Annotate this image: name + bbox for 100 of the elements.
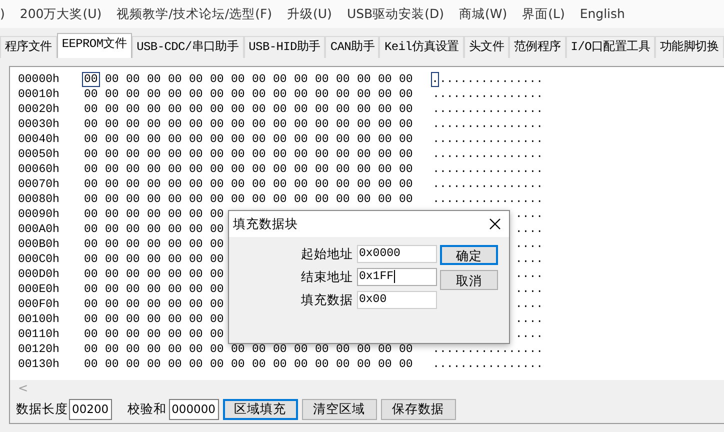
- hex-byte[interactable]: 00: [250, 357, 268, 372]
- hex-byte[interactable]: 00: [313, 102, 331, 117]
- menu-item[interactable]: 200万大奖(U): [20, 4, 102, 24]
- hex-byte[interactable]: 00: [229, 87, 247, 102]
- hex-byte[interactable]: 00: [166, 117, 184, 132]
- hex-byte[interactable]: 00: [187, 282, 205, 297]
- hex-byte[interactable]: 00: [82, 312, 100, 327]
- hex-byte[interactable]: 00: [376, 192, 394, 207]
- hex-byte[interactable]: 00: [334, 192, 352, 207]
- hex-byte[interactable]: 00: [208, 237, 226, 252]
- hex-byte[interactable]: 00: [82, 252, 100, 267]
- hex-byte[interactable]: 00: [82, 282, 100, 297]
- hex-byte[interactable]: 00: [208, 207, 226, 222]
- hex-byte[interactable]: 00: [355, 177, 373, 192]
- hex-byte[interactable]: 00: [145, 72, 163, 87]
- hex-byte[interactable]: 00: [208, 357, 226, 372]
- hex-byte[interactable]: 00: [166, 312, 184, 327]
- hex-byte[interactable]: 00: [166, 87, 184, 102]
- hex-byte[interactable]: 00: [397, 162, 415, 177]
- hex-byte[interactable]: 00: [355, 342, 373, 357]
- hex-byte[interactable]: 00: [397, 342, 415, 357]
- hex-byte[interactable]: 00: [166, 102, 184, 117]
- hex-byte[interactable]: 00: [82, 222, 100, 237]
- hex-byte[interactable]: 00: [103, 162, 121, 177]
- hex-byte[interactable]: 00: [271, 72, 289, 87]
- hex-byte[interactable]: 00: [145, 267, 163, 282]
- hex-byte[interactable]: 00: [208, 327, 226, 342]
- checksum-field[interactable]: 000000: [168, 398, 218, 420]
- hex-byte[interactable]: 00: [292, 147, 310, 162]
- hex-byte[interactable]: 00: [187, 357, 205, 372]
- menu-item[interactable]: 界面(L): [522, 4, 565, 24]
- hex-byte[interactable]: 00: [313, 132, 331, 147]
- hex-byte[interactable]: 00: [187, 102, 205, 117]
- hex-byte[interactable]: 00: [124, 192, 142, 207]
- hex-byte[interactable]: 00: [250, 87, 268, 102]
- tab[interactable]: USB-CDC/串口助手: [132, 36, 244, 58]
- hex-byte[interactable]: 00: [103, 102, 121, 117]
- hex-byte[interactable]: 00: [355, 357, 373, 372]
- hex-byte[interactable]: 00: [124, 327, 142, 342]
- hex-byte[interactable]: 00: [145, 147, 163, 162]
- hex-byte[interactable]: 00: [166, 327, 184, 342]
- hex-byte[interactable]: 00: [187, 117, 205, 132]
- hex-byte[interactable]: 00: [124, 342, 142, 357]
- hex-byte[interactable]: 00: [208, 177, 226, 192]
- hex-byte[interactable]: 00: [103, 177, 121, 192]
- hex-byte[interactable]: 00: [145, 357, 163, 372]
- hex-byte[interactable]: 00: [124, 117, 142, 132]
- hex-byte[interactable]: 00: [145, 87, 163, 102]
- hex-byte[interactable]: 00: [250, 72, 268, 87]
- hex-byte[interactable]: 00: [292, 162, 310, 177]
- hex-byte[interactable]: 00: [124, 132, 142, 147]
- hex-byte[interactable]: 00: [397, 357, 415, 372]
- hex-byte[interactable]: 00: [103, 192, 121, 207]
- hex-byte[interactable]: 00: [250, 102, 268, 117]
- hex-byte[interactable]: 00: [355, 87, 373, 102]
- hex-byte[interactable]: 00: [145, 132, 163, 147]
- hex-byte[interactable]: 00: [271, 147, 289, 162]
- hex-byte[interactable]: 00: [124, 162, 142, 177]
- hex-byte[interactable]: 00: [229, 192, 247, 207]
- hex-byte[interactable]: 00: [208, 267, 226, 282]
- menu-item[interactable]: USB驱动安装(D): [346, 4, 444, 24]
- hex-byte[interactable]: 00: [82, 177, 100, 192]
- hex-byte[interactable]: 00: [208, 87, 226, 102]
- hex-byte[interactable]: 00: [208, 342, 226, 357]
- hex-byte[interactable]: 00: [124, 102, 142, 117]
- hex-byte[interactable]: 00: [187, 252, 205, 267]
- hex-byte[interactable]: 00: [208, 222, 226, 237]
- hex-byte[interactable]: 00: [208, 282, 226, 297]
- action-button[interactable]: 保存数据: [380, 398, 456, 420]
- hex-byte[interactable]: 00: [166, 207, 184, 222]
- hex-byte[interactable]: 00: [82, 237, 100, 252]
- hex-byte[interactable]: 00: [313, 342, 331, 357]
- hex-byte[interactable]: 00: [271, 102, 289, 117]
- hex-byte[interactable]: 00: [82, 267, 100, 282]
- hex-byte[interactable]: 00: [187, 147, 205, 162]
- hex-byte[interactable]: 00: [397, 147, 415, 162]
- hex-byte[interactable]: 00: [103, 342, 121, 357]
- hex-byte[interactable]: 00: [397, 132, 415, 147]
- tab[interactable]: 功能脚切换: [655, 36, 724, 58]
- hex-byte[interactable]: 00: [355, 102, 373, 117]
- tab[interactable]: 程序文件: [0, 36, 57, 58]
- hex-byte[interactable]: 00: [376, 117, 394, 132]
- hex-byte[interactable]: 00: [82, 117, 100, 132]
- hex-byte[interactable]: 00: [334, 357, 352, 372]
- hex-byte[interactable]: 00: [82, 162, 100, 177]
- hex-byte[interactable]: 00: [103, 87, 121, 102]
- hex-byte[interactable]: 00: [82, 147, 100, 162]
- hex-byte[interactable]: 00: [166, 177, 184, 192]
- input-field[interactable]: 0x00: [357, 290, 437, 309]
- hex-byte[interactable]: 00: [145, 342, 163, 357]
- hex-byte[interactable]: 00: [124, 312, 142, 327]
- hex-byte[interactable]: 00: [187, 297, 205, 312]
- hex-byte[interactable]: 00: [292, 342, 310, 357]
- hex-byte[interactable]: 00: [334, 102, 352, 117]
- hex-byte[interactable]: 00: [208, 162, 226, 177]
- hex-byte[interactable]: 00: [376, 132, 394, 147]
- hex-byte[interactable]: 00: [145, 237, 163, 252]
- hex-byte[interactable]: 00: [103, 312, 121, 327]
- hex-byte[interactable]: 00: [82, 102, 100, 117]
- hex-byte[interactable]: 00: [187, 192, 205, 207]
